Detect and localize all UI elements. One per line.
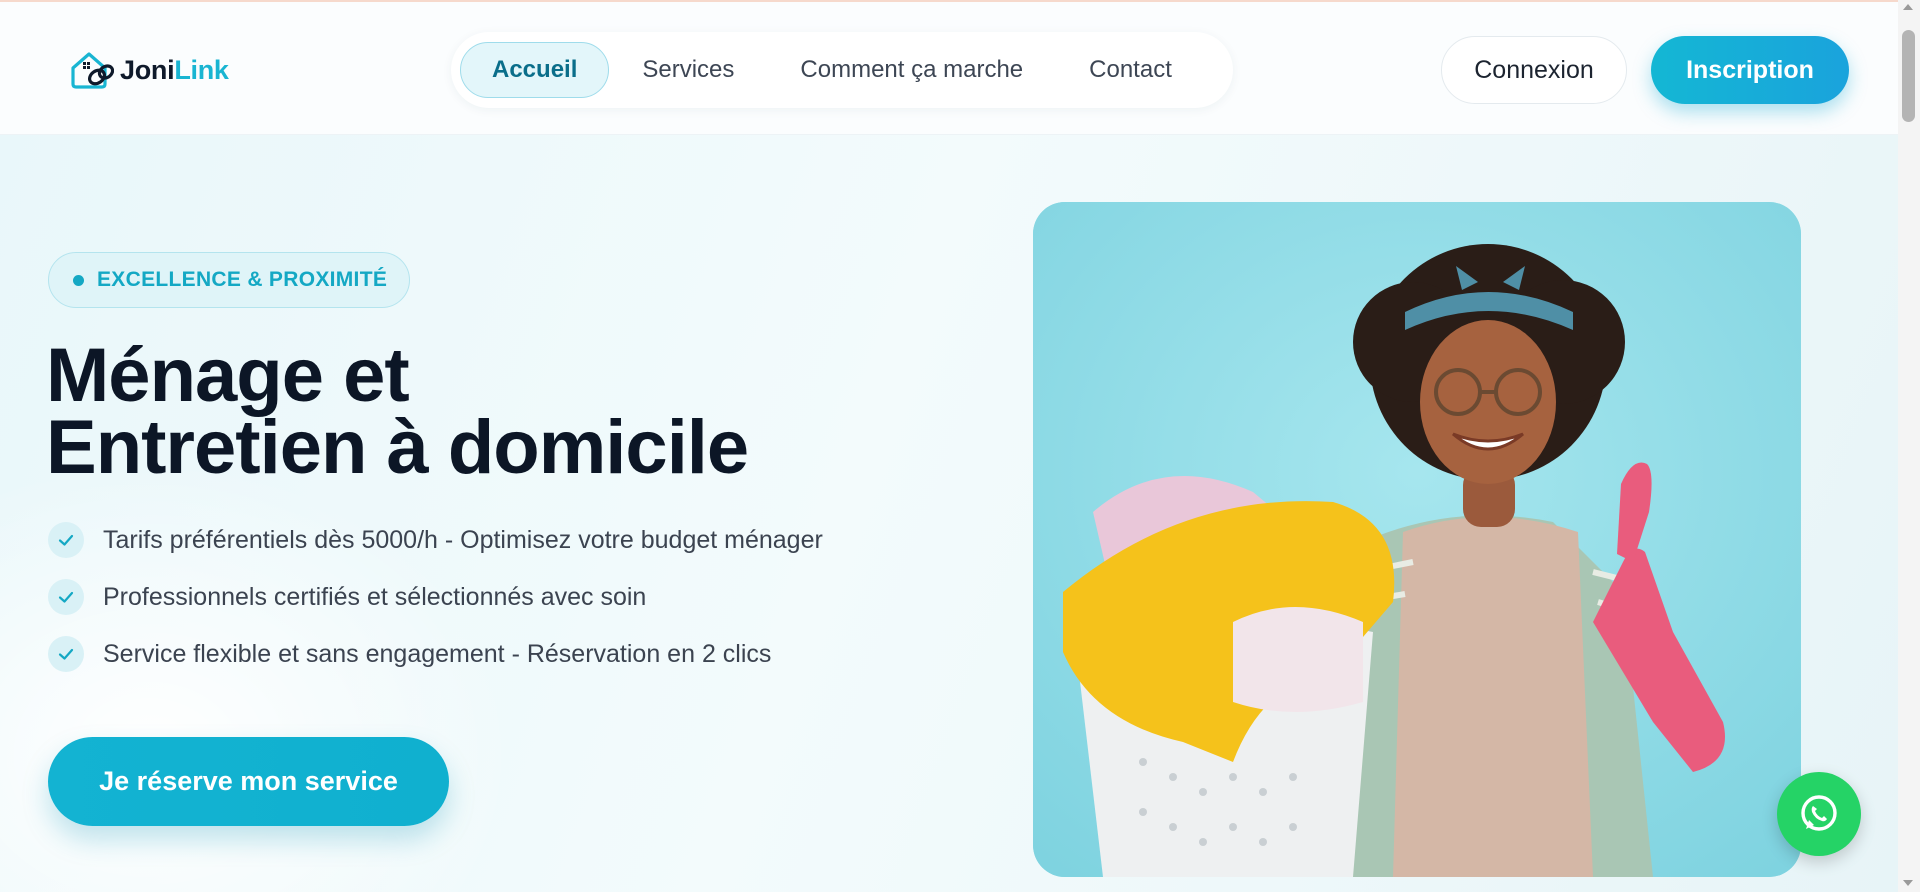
scroll-thumb[interactable] <box>1902 30 1915 122</box>
feature-item: Service flexible et sans engagement - Ré… <box>48 636 823 672</box>
whatsapp-button[interactable] <box>1777 772 1861 856</box>
hero-title-line1: Ménage et <box>46 333 410 418</box>
house-link-icon <box>71 52 114 89</box>
nav-item-contact[interactable]: Contact <box>1056 42 1205 98</box>
hero-title-line2: Entretien à domicile <box>46 405 749 490</box>
whatsapp-icon <box>1801 795 1837 831</box>
site-header: JoniLink Accueil Services Comment ça mar… <box>0 2 1898 135</box>
scroll-up-icon[interactable] <box>1903 4 1913 10</box>
main-nav: Accueil Services Comment ça marche Conta… <box>451 32 1233 108</box>
hero-badge-label: EXCELLENCE & PROXIMITÉ <box>97 268 388 291</box>
cleaning-woman-photo-icon <box>1033 202 1801 877</box>
check-icon <box>48 579 84 615</box>
hero-badge: EXCELLENCE & PROXIMITÉ <box>48 252 410 308</box>
scroll-down-icon[interactable] <box>1903 880 1913 886</box>
feature-item: Professionnels certifiés et sélectionnés… <box>48 579 823 615</box>
feature-text: Professionnels certifiés et sélectionnés… <box>103 582 647 611</box>
feature-list: Tarifs préférentiels dès 5000/h - Optimi… <box>48 522 823 693</box>
brand-name-part2: Link <box>174 54 229 85</box>
hero-title: Ménage et Entretien à domicile <box>46 333 946 490</box>
feature-item: Tarifs préférentiels dès 5000/h - Optimi… <box>48 522 823 558</box>
brand-logo[interactable]: JoniLink <box>68 48 229 92</box>
brand-name: JoniLink <box>120 55 229 86</box>
check-icon <box>48 636 84 672</box>
feature-text: Tarifs préférentiels dès 5000/h - Optimi… <box>103 525 823 554</box>
badge-dot-icon <box>73 274 84 286</box>
book-service-button[interactable]: Je réserve mon service <box>48 737 449 826</box>
nav-item-services[interactable]: Services <box>609 42 767 98</box>
vertical-scrollbar[interactable] <box>1898 0 1920 892</box>
login-button[interactable]: Connexion <box>1441 36 1627 104</box>
nav-item-comment-ca-marche[interactable]: Comment ça marche <box>767 42 1056 98</box>
brand-name-part1: Joni <box>120 54 175 85</box>
hero-image <box>1033 202 1801 877</box>
nav-item-accueil[interactable]: Accueil <box>460 42 610 98</box>
check-icon <box>48 522 84 558</box>
feature-text: Service flexible et sans engagement - Ré… <box>103 639 772 668</box>
signup-button[interactable]: Inscription <box>1651 36 1849 104</box>
